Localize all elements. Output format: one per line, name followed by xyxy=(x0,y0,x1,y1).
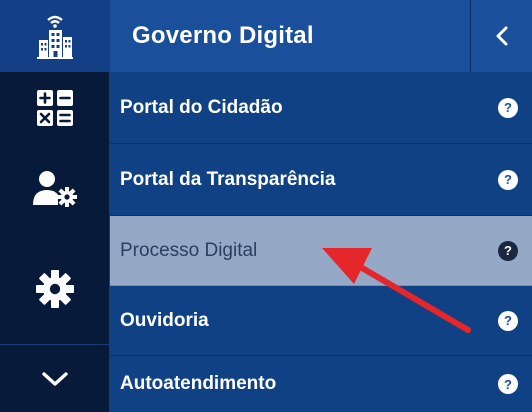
menu-panel: Governo Digital Portal do Cidadão ? Port… xyxy=(110,0,532,412)
menu-item-label: Processo Digital xyxy=(120,239,258,261)
icon-sidebar xyxy=(0,0,110,412)
menu-item-label: Autoatendimento xyxy=(120,373,277,394)
panel-title: Governo Digital xyxy=(132,22,314,49)
panel-header: Governo Digital xyxy=(110,0,532,72)
help-icon[interactable]: ? xyxy=(498,169,518,190)
app-window: Governo Digital Portal do Cidadão ? Port… xyxy=(0,0,532,412)
rail-item-calculator[interactable] xyxy=(0,72,110,144)
help-icon[interactable]: ? xyxy=(498,97,518,118)
user-settings-icon xyxy=(33,171,77,207)
menu-item-portal-do-cidadao[interactable]: Portal do Cidadão ? xyxy=(110,72,532,144)
chevron-left-icon xyxy=(496,26,507,46)
rail-item-governo-digital[interactable] xyxy=(0,0,110,72)
menu-item-autoatendimento[interactable]: Autoatendimento ? xyxy=(110,356,532,412)
menu-item-ouvidoria[interactable]: Ouvidoria ? xyxy=(110,286,532,356)
help-icon[interactable]: ? xyxy=(498,240,518,261)
gear-icon xyxy=(36,270,74,308)
collapse-sidebar-button[interactable] xyxy=(470,0,532,72)
menu-item-label: Portal do Cidadão xyxy=(120,96,283,118)
calculator-icon xyxy=(37,90,73,126)
chevron-down-icon xyxy=(42,371,68,386)
menu-item-portal-da-transparencia[interactable]: Portal da Transparência ? xyxy=(110,144,532,216)
menu-item-processo-digital[interactable]: Processo Digital ? xyxy=(110,216,532,286)
rail-item-user-settings[interactable] xyxy=(0,144,110,234)
help-icon[interactable]: ? xyxy=(498,310,518,331)
rail-item-settings[interactable] xyxy=(0,234,110,344)
menu-item-label: Ouvidoria xyxy=(120,309,209,331)
help-icon[interactable]: ? xyxy=(498,374,518,394)
rail-item-expand[interactable] xyxy=(0,345,110,412)
smart-city-icon xyxy=(37,15,73,59)
menu-item-label: Portal da Transparência xyxy=(120,168,336,190)
